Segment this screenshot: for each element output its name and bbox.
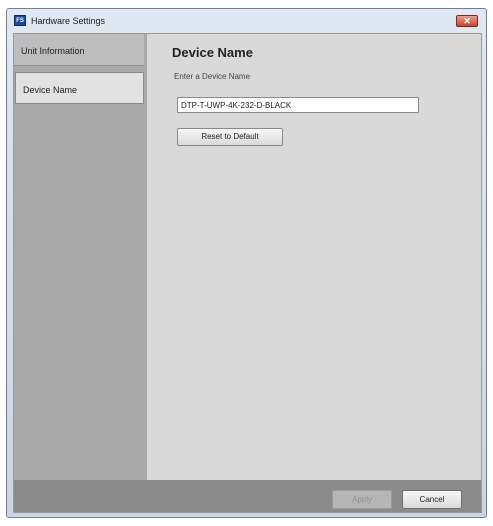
window-title: Hardware Settings xyxy=(31,16,106,26)
close-button[interactable]: ✕ xyxy=(456,15,478,27)
title-bar[interactable]: FS Hardware Settings ✕ xyxy=(7,9,486,33)
app-icon: FS xyxy=(14,15,26,26)
dialog-content: Unit Information Device Name Device Name… xyxy=(13,33,482,513)
reset-to-default-button[interactable]: Reset to Default xyxy=(177,128,283,146)
sidebar-item-label: Unit Information xyxy=(21,46,85,56)
sidebar-item-device-name[interactable]: Device Name xyxy=(15,72,144,104)
cancel-button[interactable]: Cancel xyxy=(402,490,462,509)
hardware-settings-window: FS Hardware Settings ✕ Unit Information … xyxy=(6,8,487,518)
close-icon: ✕ xyxy=(463,16,471,26)
apply-button[interactable]: Apply xyxy=(332,490,392,509)
main-panel: Device Name Enter a Device Name Reset to… xyxy=(147,34,481,480)
sidebar-item-unit-information[interactable]: Unit Information xyxy=(14,34,144,66)
sidebar-item-label: Device Name xyxy=(23,85,78,95)
footer-bar: Apply Cancel xyxy=(14,480,481,512)
sidebar: Unit Information Device Name xyxy=(14,34,147,480)
page-title: Device Name xyxy=(172,45,253,60)
device-name-label: Enter a Device Name xyxy=(174,72,251,81)
device-name-input[interactable] xyxy=(177,97,419,113)
